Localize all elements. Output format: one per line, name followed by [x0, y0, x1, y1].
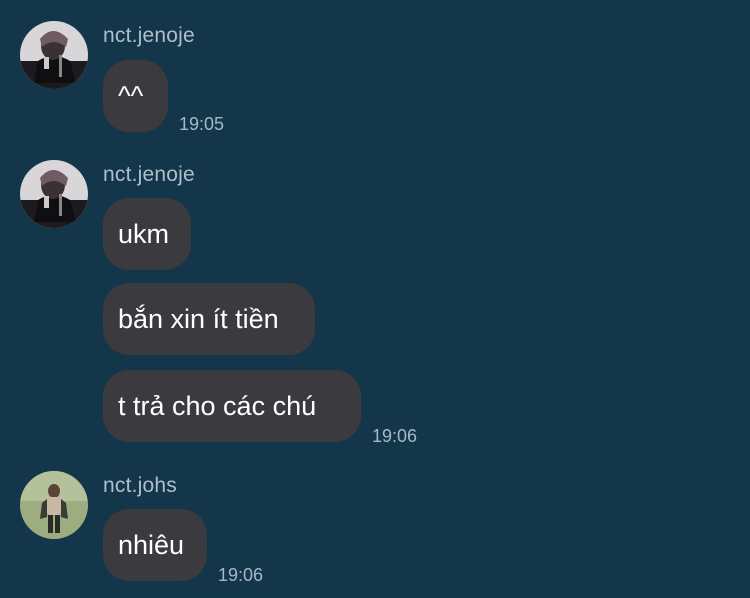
message-text: t trả cho các chú [118, 391, 317, 421]
message-timestamp: 19:06 [372, 426, 418, 446]
message-bubble[interactable]: ^^ [103, 60, 168, 132]
user-avatar-icon [20, 21, 88, 89]
avatar[interactable] [20, 471, 88, 539]
message-timestamp: 19:06 [218, 565, 264, 585]
avatar[interactable] [20, 21, 88, 89]
message-bubble[interactable]: ukm [103, 198, 191, 270]
user-avatar-icon [20, 471, 88, 539]
username[interactable]: nct.jenoje [103, 163, 195, 187]
message-bubble[interactable]: bắn xin ít tiền [103, 283, 315, 355]
user-avatar-icon [20, 160, 88, 228]
message-text: ^^ [118, 81, 144, 111]
message-bubble[interactable]: t trả cho các chú [103, 370, 361, 442]
message-text: nhiêu [118, 530, 185, 560]
chat-thread: nct.jenoje ^^ 19:05 nct.jenoje ukm bắn x… [0, 0, 750, 598]
message-bubble[interactable]: nhiêu [103, 509, 207, 581]
username[interactable]: nct.jenoje [103, 24, 195, 48]
username[interactable]: nct.johs [103, 474, 177, 498]
message-timestamp: 19:05 [179, 114, 225, 134]
avatar[interactable] [20, 160, 88, 228]
message-text: bắn xin ít tiền [118, 304, 279, 334]
message-text: ukm [118, 219, 170, 249]
